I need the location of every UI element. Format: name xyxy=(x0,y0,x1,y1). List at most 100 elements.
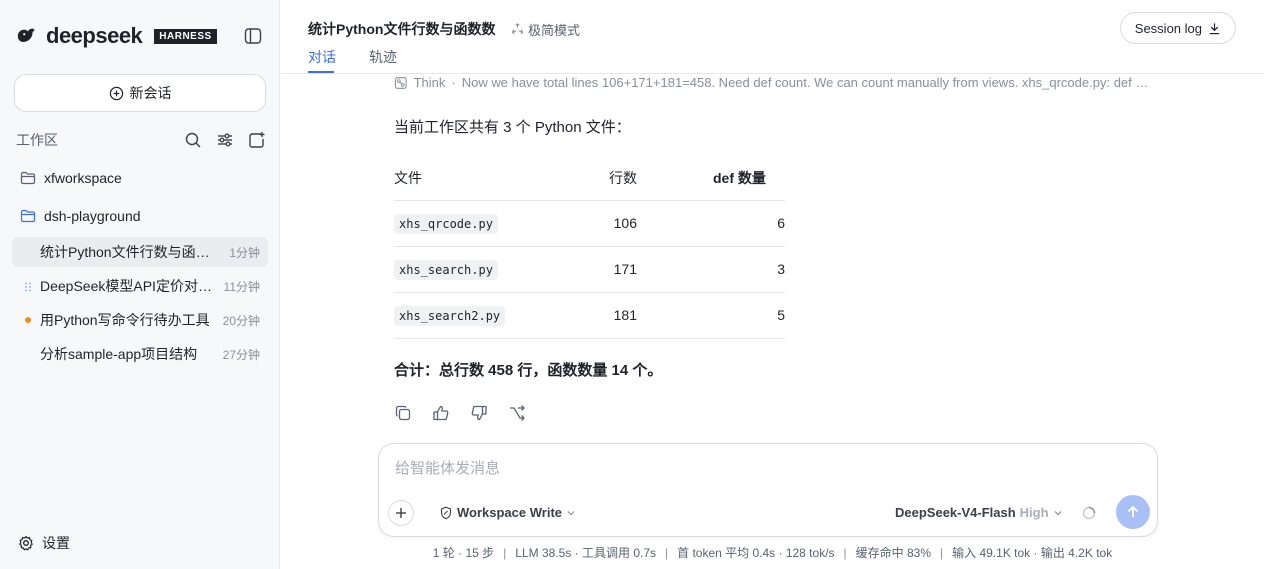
file-cell: xhs_search2.py xyxy=(394,292,544,339)
stat-llm: LLM 38.5s · 工具调用 0.7s xyxy=(515,546,656,560)
chat-time: 11分钟 xyxy=(223,279,260,294)
download-icon xyxy=(1209,22,1220,34)
think-text: Now we have total lines 106+171+181=458.… xyxy=(461,75,1154,90)
plus-circle-icon xyxy=(109,86,123,100)
tab-underline xyxy=(308,71,334,73)
thumbs-down-icon[interactable] xyxy=(470,404,488,422)
plus-icon xyxy=(396,508,406,518)
permission-dropdown[interactable]: Workspace Write xyxy=(439,505,576,520)
workspace-title: 工作区 xyxy=(16,132,58,148)
recycle-icon xyxy=(511,23,524,35)
main-header: 统计Python文件行数与函数数 极简模式 Session log 对话 轨迹 xyxy=(281,0,1264,74)
table-row: xhs_qrcode.py 106 6 xyxy=(394,200,785,247)
stat-cache: 缓存命中 83% xyxy=(855,546,932,560)
lines-cell: 106 xyxy=(544,200,637,247)
tab-trace[interactable]: 轨迹 xyxy=(369,47,397,67)
stat-separator: | xyxy=(940,546,944,560)
chat-label: 分析sample-app项目结构 xyxy=(40,346,198,362)
logo-text: deepseek xyxy=(46,23,143,48)
think-icon xyxy=(394,76,407,89)
chat-label: 统计Python文件行数与函数数 xyxy=(40,244,224,260)
tab-conversation[interactable]: 对话 xyxy=(308,47,336,67)
chat-item[interactable]: 用Python写命令行待办工具 20分钟 xyxy=(12,305,268,335)
send-button[interactable] xyxy=(1116,495,1150,529)
chat-label: DeepSeek模型API定价对比... xyxy=(40,278,218,294)
chat-item[interactable]: 分析sample-app项目结构 27分钟 xyxy=(12,339,268,369)
model-dropdown[interactable]: DeepSeek-V4-Flash High xyxy=(895,505,1063,520)
logo: deepseek HARNESS xyxy=(16,24,217,48)
think-label: Think xyxy=(413,75,446,90)
sidebar-toggle-icon[interactable] xyxy=(244,27,262,45)
stat-io: 输入 49.1K tok · 输出 4.2K tok xyxy=(952,546,1113,560)
chevron-down-icon xyxy=(1054,510,1061,515)
stat-rounds: 1 轮 · 15 步 xyxy=(432,546,495,560)
chat-label: 用Python写命令行待办工具 xyxy=(40,312,210,328)
stat-separator: | xyxy=(503,546,507,560)
copy-icon[interactable] xyxy=(394,404,412,422)
mode-label: 极简模式 xyxy=(528,23,581,38)
lines-cell: 181 xyxy=(544,292,637,339)
whale-icon xyxy=(17,28,35,42)
workspace-header: 工作区 xyxy=(16,130,266,150)
message-input[interactable] xyxy=(395,460,1135,477)
think-summary[interactable]: Think · Now we have total lines 106+171+… xyxy=(394,75,1154,90)
logo-badge: HARNESS xyxy=(154,28,217,44)
new-chat-button[interactable]: 新会话 xyxy=(14,74,266,112)
file-cell: xhs_search.py xyxy=(394,246,544,293)
gear-icon xyxy=(19,535,33,551)
mode-toggle[interactable]: 极简模式 xyxy=(511,20,580,39)
thumbs-up-icon[interactable] xyxy=(432,404,450,422)
folder-icon xyxy=(20,171,36,185)
composer: Workspace Write DeepSeek-V4-Flash High xyxy=(378,443,1158,537)
filter-icon[interactable] xyxy=(216,131,234,149)
stat-token: 首 token 平均 0.4s · 128 tok/s xyxy=(677,546,835,560)
session-log-label: Session log xyxy=(1134,20,1202,36)
new-chat-label: 新会话 xyxy=(129,85,172,101)
status-dot-icon xyxy=(25,317,31,323)
column-header-lines: 行数 xyxy=(544,156,637,201)
add-attachment-button[interactable] xyxy=(388,500,414,526)
defs-cell: 6 xyxy=(637,200,785,247)
column-header-defs: def 数量 xyxy=(637,156,785,201)
table-row: xhs_search2.py 181 5 xyxy=(394,292,785,339)
defs-cell: 5 xyxy=(637,292,785,339)
branch-icon[interactable] xyxy=(508,404,526,422)
stat-separator: | xyxy=(665,546,669,560)
chat-item[interactable]: DeepSeek模型API定价对比... 11分钟 xyxy=(12,271,268,301)
running-icon xyxy=(25,282,31,292)
chat-time: 27分钟 xyxy=(222,347,260,362)
file-name: xhs_qrcode.py xyxy=(394,214,498,234)
table-header-row: 文件 行数 def 数量 xyxy=(394,156,785,201)
column-header-file: 文件 xyxy=(394,156,544,201)
permission-label: Workspace Write xyxy=(457,505,563,520)
settings-button[interactable]: 设置 xyxy=(18,533,70,553)
stats-bar: 1 轮 · 15 步 | LLM 38.5s · 工具调用 0.7s | 首 token… xyxy=(281,544,1264,561)
model-name: DeepSeek-V4-Flash xyxy=(895,505,1016,520)
session-log-button[interactable]: Session log xyxy=(1119,12,1236,44)
think-separator: · xyxy=(451,75,456,90)
file-name: xhs_search.py xyxy=(394,260,498,280)
chevron-down-icon xyxy=(567,510,575,515)
message-summary: 合计：总行数 458 行，函数数量 14 个。 xyxy=(394,362,663,379)
lines-cell: 171 xyxy=(544,246,637,293)
shield-edit-icon xyxy=(440,506,452,519)
file-cell: xhs_qrcode.py xyxy=(394,200,544,247)
folder-xfworkspace[interactable]: xfworkspace xyxy=(20,170,122,186)
arrow-up-icon xyxy=(1127,505,1139,517)
loading-icon xyxy=(1082,506,1096,520)
chat-item-active[interactable]: 统计Python文件行数与函数数 1分钟 xyxy=(12,237,268,267)
chat-time: 20分钟 xyxy=(222,313,260,328)
model-level: High xyxy=(1019,505,1049,520)
folder-label: dsh-playground xyxy=(44,208,141,224)
chat-time: 1分钟 xyxy=(229,245,260,260)
folder-label: xfworkspace xyxy=(44,170,122,186)
folder-dsh-playground[interactable]: dsh-playground xyxy=(20,208,141,224)
table-row: xhs_search.py 171 3 xyxy=(394,246,785,293)
message-actions xyxy=(394,404,526,422)
page-title: 统计Python文件行数与函数数 xyxy=(308,21,496,37)
search-icon[interactable] xyxy=(184,131,202,149)
settings-label: 设置 xyxy=(42,535,70,551)
add-folder-icon[interactable] xyxy=(248,131,266,149)
folder-open-icon xyxy=(20,209,36,223)
files-table: 文件 行数 def 数量 xhs_qrcode.py 106 6 xhs_sea… xyxy=(394,156,785,339)
